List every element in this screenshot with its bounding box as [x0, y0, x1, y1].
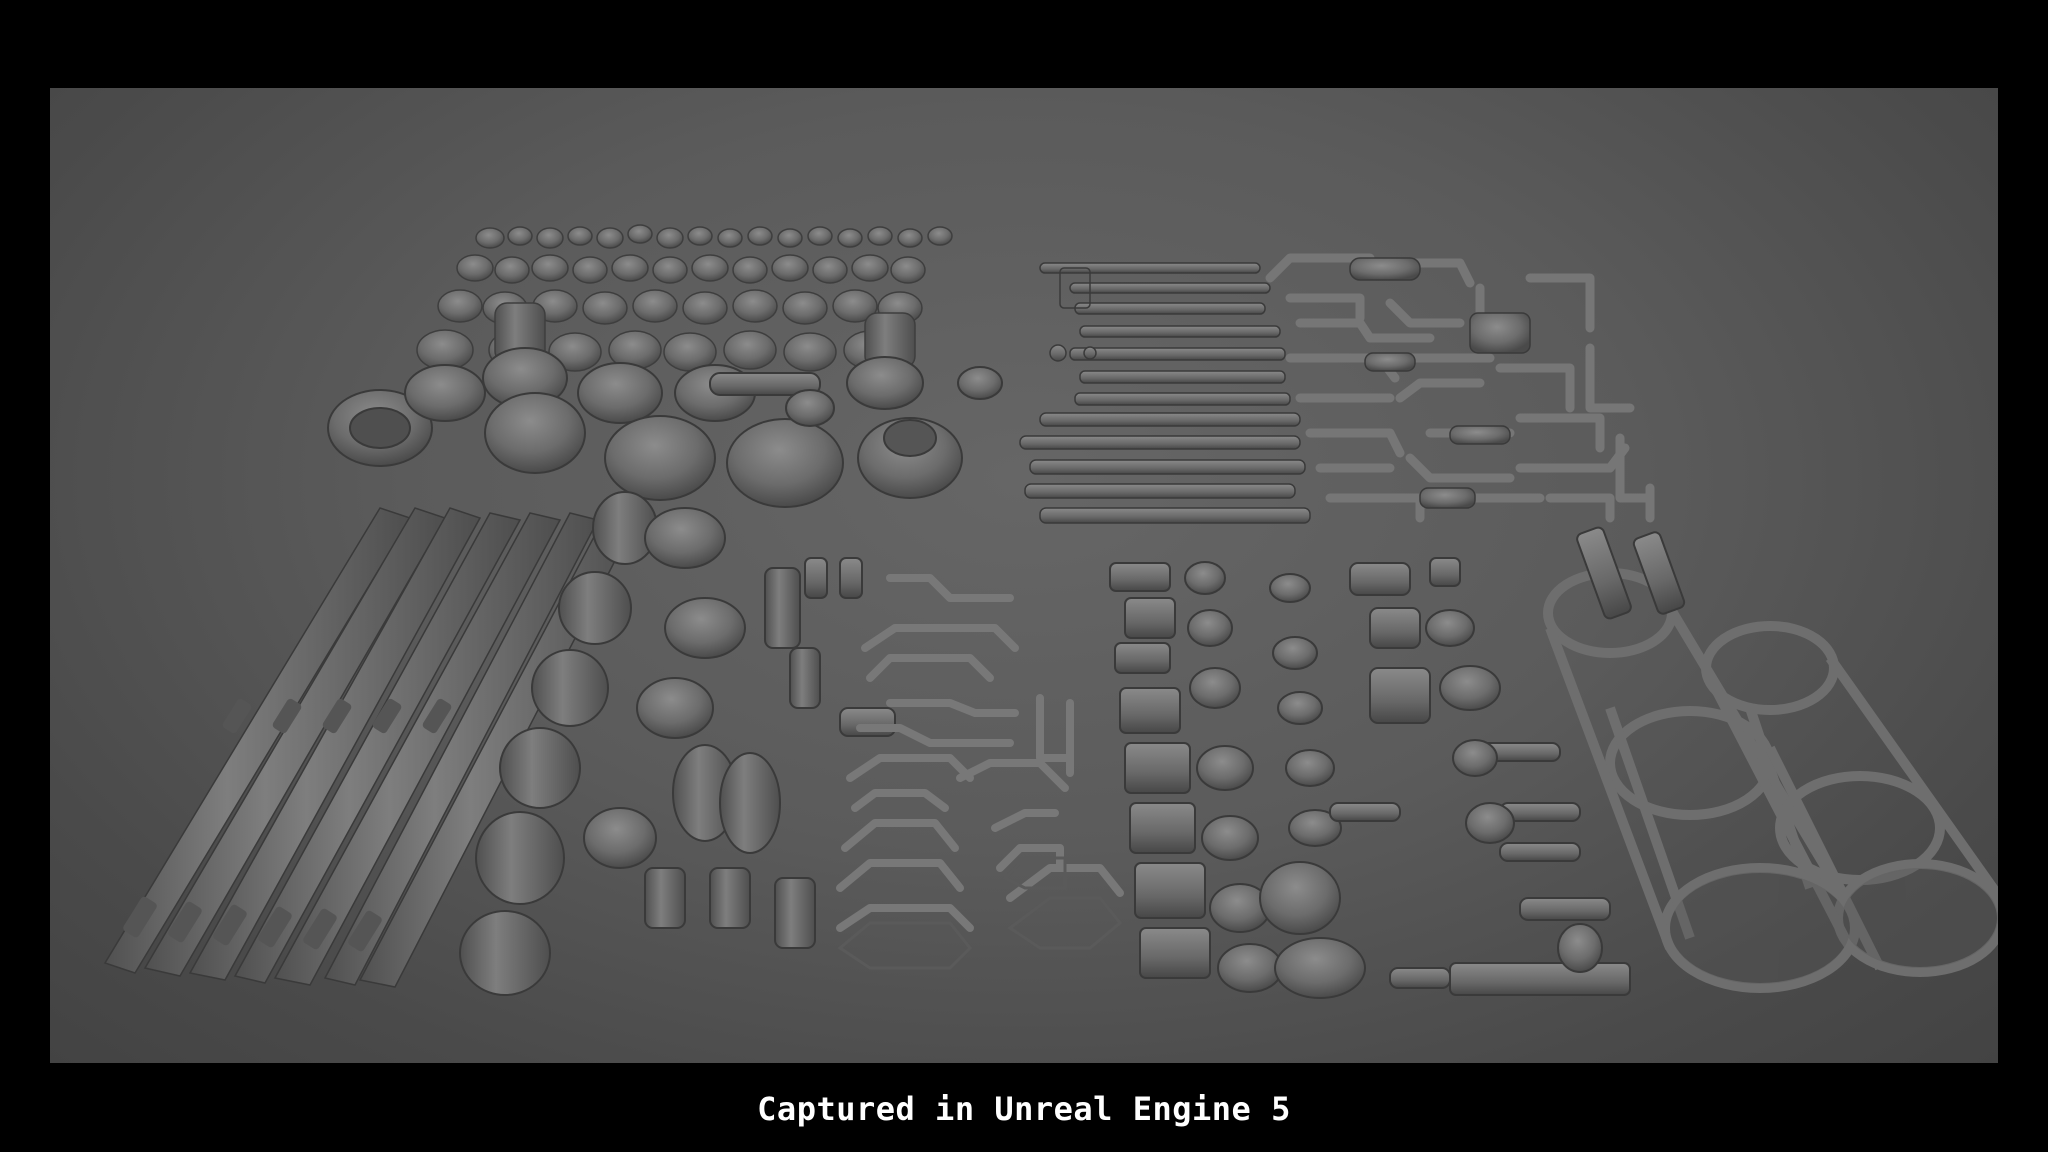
bracket-wireframes	[837, 856, 1123, 970]
caps-cluster	[416, 224, 953, 372]
bent-pipes	[1265, 253, 1655, 523]
bracket-handles	[836, 574, 1124, 932]
render-viewport	[50, 88, 1998, 1063]
screenshot-frame: Captured in Unreal Engine 5	[0, 0, 2048, 1152]
dome-parts	[327, 347, 1003, 508]
kitbash-parts-render	[103, 224, 1998, 999]
straight-pipes	[1019, 262, 1311, 524]
caption-text: Captured in Unreal Engine 5	[757, 1090, 1291, 1128]
